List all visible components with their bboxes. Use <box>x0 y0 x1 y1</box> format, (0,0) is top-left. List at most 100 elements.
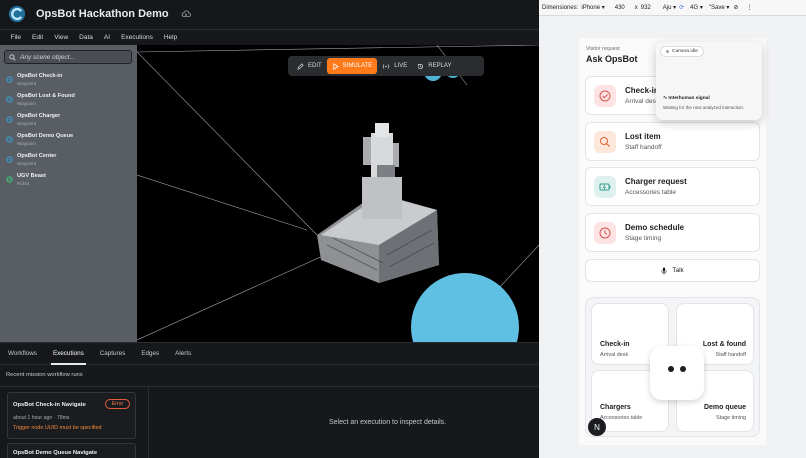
pencil-icon <box>297 62 304 70</box>
empty-detail-message: Select an execution to inspect details. <box>329 419 447 426</box>
signal-popover: Camera idle ∿ Interhuman signal Waiting … <box>656 42 762 120</box>
more-options-icon[interactable]: ⋮ <box>746 4 752 11</box>
menu-edit[interactable]: Edit <box>32 34 43 41</box>
scene-item-name: OpsBot Check-in <box>17 73 63 79</box>
menu-executions[interactable]: Executions <box>121 34 153 41</box>
run-name: OpsBot Check-in Navigate <box>13 402 86 408</box>
menu-help[interactable]: Help <box>164 34 177 41</box>
n-badge-button[interactable]: N <box>588 418 606 436</box>
request-option-charger-request[interactable]: Charger request Accessories table <box>585 167 760 206</box>
tile-subtitle: Staff handoff <box>715 352 746 358</box>
replay-button[interactable]: REPLAY <box>412 58 456 74</box>
scene-item[interactable]: UGV Beast Robot <box>0 172 137 190</box>
signal-subtitle: Waiting for the next analyzed interactio… <box>663 105 745 110</box>
search-icon <box>9 53 16 61</box>
scene-item-type: Robot <box>17 181 30 186</box>
scene-item[interactable]: OpsBot Lost & Found Waypoint <box>0 92 137 110</box>
app-title: OpsBot Hackathon Demo <box>36 8 169 20</box>
menu-file[interactable]: File <box>11 34 21 41</box>
zoom-select[interactable]: Aju ▾ <box>663 4 676 11</box>
ugv-robot-model[interactable] <box>317 123 439 283</box>
broadcast-icon <box>383 63 390 69</box>
divider <box>0 386 539 387</box>
height-input[interactable]: 932 <box>641 5 651 11</box>
device-toolbar: Dimensiones: iPhone ▾ 430 x 932 Aju ▾ ⟳ … <box>539 0 806 16</box>
tab-workflows[interactable]: Workflows <box>8 343 37 365</box>
talk-label: Talk <box>672 267 684 274</box>
tab-executions[interactable]: Executions <box>50 343 86 365</box>
scene-item[interactable]: OpsBot Charger Waypoint <box>0 112 137 130</box>
signal-title: ∿ Interhuman signal <box>663 96 710 101</box>
live-button[interactable]: LIVE <box>377 58 412 74</box>
simulate-button[interactable]: SIMULATE <box>326 58 378 74</box>
tile-title: Demo queue <box>703 404 746 411</box>
robot-face-avatar[interactable] <box>650 346 704 400</box>
menu-data[interactable]: Data <box>79 34 93 41</box>
title-bar: OpsBot Hackathon Demo <box>0 0 539 28</box>
scene-sidebar: Any scene object... OpsBot Check-in Waypo… <box>0 45 137 342</box>
dimensions-label: Dimensiones: <box>542 4 579 11</box>
cloud-sync-icon[interactable] <box>181 9 191 19</box>
edit-button[interactable]: EDIT <box>292 58 327 74</box>
camera-status-badge: Camera idle <box>660 46 704 57</box>
scene-item[interactable]: OpsBot Check-in Waypoint <box>0 72 137 90</box>
browser-device-preview: Dimensiones: iPhone ▾ 430 x 932 Aju ▾ ⟳ … <box>539 0 806 458</box>
option-title: Demo schedule <box>625 222 685 232</box>
network-select[interactable]: 4G ▾ <box>690 4 703 11</box>
mode-toolbar: EDIT SIMULATE LIVE REPLAY <box>288 56 484 76</box>
run-name: OpsBot Demo Queue Navigate <box>13 450 98 456</box>
pin-icon <box>6 76 13 83</box>
device-value: iPhone <box>581 5 601 11</box>
bottom-tabs: Workflows Executions Captures Edges Aler… <box>0 343 539 365</box>
tab-captures[interactable]: Captures <box>100 343 126 365</box>
battery-icon <box>594 176 616 198</box>
scene-search-input[interactable]: Any scene object... <box>4 50 132 64</box>
option-title: Check-in <box>625 86 659 95</box>
camera-status-text: Camera idle <box>672 49 698 54</box>
scene-item[interactable]: OpsBot Center Waypoint <box>0 152 137 170</box>
run-card[interactable]: OpsBot Check-in Navigate Error about 1 h… <box>7 392 136 439</box>
request-option-lost-item[interactable]: Lost item Staff handoff <box>585 121 760 161</box>
no-throttle-icon[interactable]: ⊘ <box>733 4 738 11</box>
tab-alerts[interactable]: Alerts <box>175 343 191 365</box>
check-circle-icon <box>594 85 616 107</box>
run-card[interactable]: OpsBot Demo Queue Navigate <box>7 443 136 458</box>
run-error: Trigger node UUID must be specified <box>13 425 102 431</box>
width-input[interactable]: 430 <box>615 5 625 11</box>
robot-eye-right <box>680 366 686 372</box>
3d-viewport[interactable]: EDIT SIMULATE LIVE REPLAY <box>137 45 539 342</box>
quick-tiles-panel: Check-in Arrival desk Lost & found Staff… <box>585 297 760 437</box>
menu-bar: File Edit View Data AI Executions Help <box>0 29 539 45</box>
robot-eye-left <box>668 366 674 372</box>
edit-label: EDIT <box>308 63 322 69</box>
tab-edges[interactable]: Edges <box>141 343 159 365</box>
rotate-icon[interactable]: ⟳ <box>679 4 684 11</box>
scene-item-type: Waypoint <box>17 161 36 166</box>
option-title: Lost item <box>625 131 661 141</box>
tile-subtitle: Stage timing <box>716 415 746 421</box>
request-option-demo-schedule[interactable]: Demo schedule Stage timing <box>585 212 760 252</box>
pin-icon <box>6 156 13 163</box>
pin-icon <box>6 176 13 183</box>
status-badge: Error <box>105 399 130 409</box>
tile-title: Chargers <box>600 404 631 411</box>
device-select[interactable]: iPhone ▾ <box>581 4 604 11</box>
scene-canvas[interactable] <box>137 45 539 342</box>
scene-item-name: OpsBot Lost & Found <box>17 93 75 99</box>
visitor-label: Visitor request <box>586 46 620 52</box>
scene-item-name: OpsBot Charger <box>17 113 61 119</box>
page-title: Ask OpsBot <box>586 54 638 64</box>
tile-title: Check-in <box>600 341 630 348</box>
save-select[interactable]: "Save ▾ <box>709 4 730 11</box>
scene-item[interactable]: OpsBot Demo Queue Waypoint <box>0 132 137 150</box>
play-icon <box>333 62 339 70</box>
network-value: 4G <box>690 5 699 11</box>
menu-ai[interactable]: AI <box>104 34 110 41</box>
times-label: x <box>634 4 638 11</box>
runs-label: Recent mission workflow runs <box>6 372 83 378</box>
talk-button[interactable]: Talk <box>585 259 760 282</box>
pin-icon <box>6 96 13 103</box>
divider <box>148 387 149 458</box>
zoom-value: Aju <box>662 5 672 11</box>
menu-view[interactable]: View <box>54 34 68 41</box>
